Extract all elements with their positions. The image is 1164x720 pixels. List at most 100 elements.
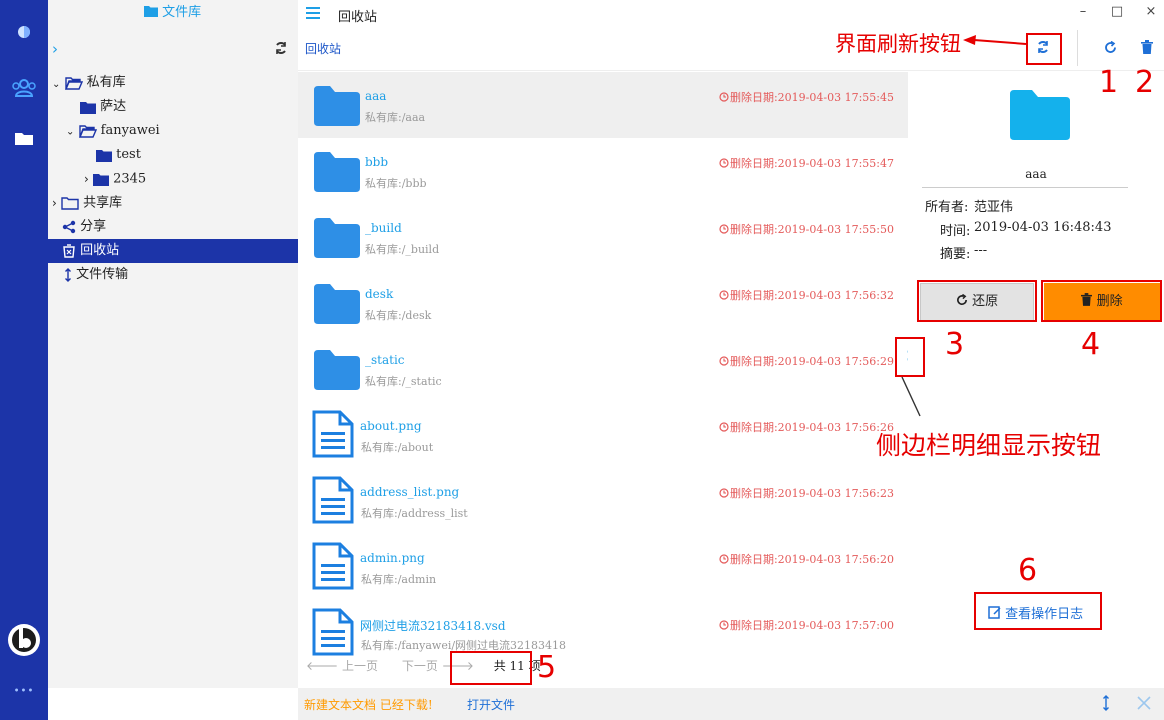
tree-item-share[interactable]: 分享: [48, 215, 298, 239]
folder-icon: [96, 149, 112, 162]
tree-item-label: test: [116, 147, 141, 162]
close-status-icon[interactable]: [1136, 695, 1152, 714]
file-row[interactable]: 网侧过电流32183418.vsd 私有库:/fanyawei/网侧过电流3218…: [298, 600, 908, 657]
file-name[interactable]: admin.png: [360, 551, 425, 565]
tree-item-2345[interactable]: › 2345: [48, 167, 298, 191]
open-folder-icon: [64, 76, 83, 90]
deleted-date-text: 删除日期:2019-04-03 17:55:47: [729, 157, 894, 170]
file-row[interactable]: bbb 私有库:/bbb 删除日期:2019-04-03 17:55:47: [298, 138, 908, 204]
clock-icon: [719, 421, 730, 434]
file-path: 私有库:/_static: [365, 375, 442, 388]
tree-item-test[interactable]: test: [48, 143, 298, 167]
users-icon[interactable]: [0, 78, 48, 101]
toolbar-separator: [298, 70, 1164, 71]
file-name[interactable]: address_list.png: [360, 485, 459, 499]
logo-icon: [0, 24, 48, 43]
file-row[interactable]: about.png 私有库:/about 删除日期:2019-04-03 17:56…: [298, 402, 908, 468]
prev-page-button[interactable]: 🡐 上一页: [306, 659, 382, 673]
tree-item-recycle-bin[interactable]: 回收站: [48, 239, 298, 263]
library-header[interactable]: 文件库: [144, 1, 201, 20]
expand-panel-chevron-icon[interactable]: ›: [52, 40, 58, 58]
clock-icon: [719, 553, 730, 566]
tree-item-shared-library[interactable]: › 共享库: [48, 191, 298, 215]
clock-icon: [719, 91, 730, 104]
file-path: 私有库:/admin: [361, 573, 437, 586]
file-name[interactable]: aaa: [365, 89, 386, 103]
chevron-down-icon: ⌄: [52, 78, 61, 90]
document-icon: [312, 476, 354, 527]
brand-logo-icon: [0, 622, 48, 661]
chevron-right-icon: ›: [52, 196, 57, 210]
annotation-sidebar-label: 侧边栏明细显示按钮: [876, 431, 1102, 460]
tree-item-file-transfer[interactable]: 文件传输: [48, 263, 298, 287]
annotation-pointer-sidebar: [901, 376, 921, 417]
deleted-date-text: 删除日期:2019-04-03 17:56:32: [729, 289, 894, 302]
maximize-button[interactable]: □: [1108, 3, 1126, 21]
file-name[interactable]: 网侧过电流32183418.vsd: [360, 617, 506, 634]
annotation-number-5: 5: [537, 650, 557, 685]
tree-item-fanyawei[interactable]: ⌄ fanyawei: [48, 119, 298, 143]
folder-nav-icon[interactable]: [0, 130, 48, 149]
owner-label: 所有者:: [925, 200, 969, 215]
file-path: 私有库:/about: [361, 441, 434, 454]
deleted-date: 删除日期:2019-04-03 17:56:23: [719, 485, 894, 501]
folder-icon: [314, 284, 360, 327]
more-menu-button[interactable]: •••: [0, 686, 48, 697]
tree-item-label: 文件传输: [76, 267, 129, 282]
hamburger-menu-icon[interactable]: [306, 7, 320, 22]
library-header-label: 文件库: [162, 5, 202, 20]
file-name[interactable]: _build: [365, 221, 402, 235]
folder-outline-icon: [61, 197, 79, 210]
open-folder-icon: [78, 124, 97, 138]
annotation-box-restore: [917, 280, 1037, 322]
file-row[interactable]: aaa 私有库:/aaa 删除日期:2019-04-03 17:55:45: [298, 72, 908, 138]
annotation-box-sidebar-toggle: [895, 337, 925, 377]
file-row[interactable]: _static 私有库:/_static 删除日期:2019-04-03 17:56…: [298, 336, 908, 402]
restore-all-icon[interactable]: [1104, 40, 1117, 57]
deleted-date-text: 删除日期:2019-04-03 17:55:45: [729, 91, 894, 104]
folder-preview-icon: [1010, 90, 1070, 143]
file-path: 私有库:/_build: [365, 243, 440, 256]
time-label: 时间:: [940, 224, 971, 239]
file-row[interactable]: _build 私有库:/_build 删除日期:2019-04-03 17:55:5…: [298, 204, 908, 270]
folder-icon: [144, 6, 158, 17]
annotation-number-1: 1: [1099, 65, 1119, 100]
deleted-date-text: 删除日期:2019-04-03 17:56:23: [729, 487, 894, 500]
file-name[interactable]: bbb: [365, 155, 388, 169]
app-rail: •••: [0, 0, 48, 720]
transfer-arrows-icon[interactable]: [1102, 695, 1110, 714]
annotation-box-log: [974, 592, 1102, 630]
summary-value: ---: [974, 243, 988, 258]
file-row[interactable]: address_list.png 私有库:/address_list 删除日期:20…: [298, 468, 908, 534]
file-name[interactable]: _static: [365, 353, 405, 367]
folder-icon: [80, 101, 96, 114]
clock-icon: [719, 223, 730, 236]
close-window-button[interactable]: ×: [1142, 3, 1160, 21]
tree-item-saada[interactable]: 萨达: [48, 95, 298, 119]
tree-item-private-library[interactable]: ⌄ 私有库: [48, 71, 298, 95]
breadcrumb[interactable]: 回收站: [305, 40, 341, 57]
deleted-date: 删除日期:2019-04-03 17:56:29: [719, 353, 894, 369]
file-row[interactable]: desk 私有库:/desk 删除日期:2019-04-03 17:56:32: [298, 270, 908, 336]
folder-icon: [314, 350, 360, 393]
minimize-button[interactable]: –: [1074, 3, 1092, 21]
document-icon: [312, 542, 354, 593]
empty-trash-icon[interactable]: [1141, 40, 1153, 57]
annotation-number-2: 2: [1135, 65, 1155, 100]
tree-item-label: 回收站: [80, 243, 120, 258]
detail-file-name: aaa: [1025, 167, 1047, 181]
tree-item-label: 分享: [80, 219, 107, 234]
open-file-link[interactable]: 打开文件: [467, 696, 515, 713]
deleted-date-text: 删除日期:2019-04-03 17:55:50: [729, 223, 894, 236]
file-list: aaa 私有库:/aaa 删除日期:2019-04-03 17:55:45 bbb 私有…: [298, 72, 908, 657]
file-name[interactable]: desk: [365, 287, 393, 301]
deleted-date: 删除日期:2019-04-03 17:55:45: [719, 89, 894, 105]
file-name[interactable]: about.png: [360, 419, 422, 433]
file-row[interactable]: admin.png 私有库:/admin 删除日期:2019-04-03 17:56…: [298, 534, 908, 600]
clock-icon: [719, 619, 730, 632]
annotation-refresh-label: 界面刷新按钮: [835, 32, 961, 56]
tree-refresh-icon[interactable]: [274, 41, 288, 58]
chevron-right-icon: ›: [84, 172, 89, 186]
library-tree-panel: 文件库 › ⌄ 私有库 萨达 ⌄ fanyawei test › 2345 › …: [48, 0, 298, 688]
folder-icon: [314, 152, 360, 195]
